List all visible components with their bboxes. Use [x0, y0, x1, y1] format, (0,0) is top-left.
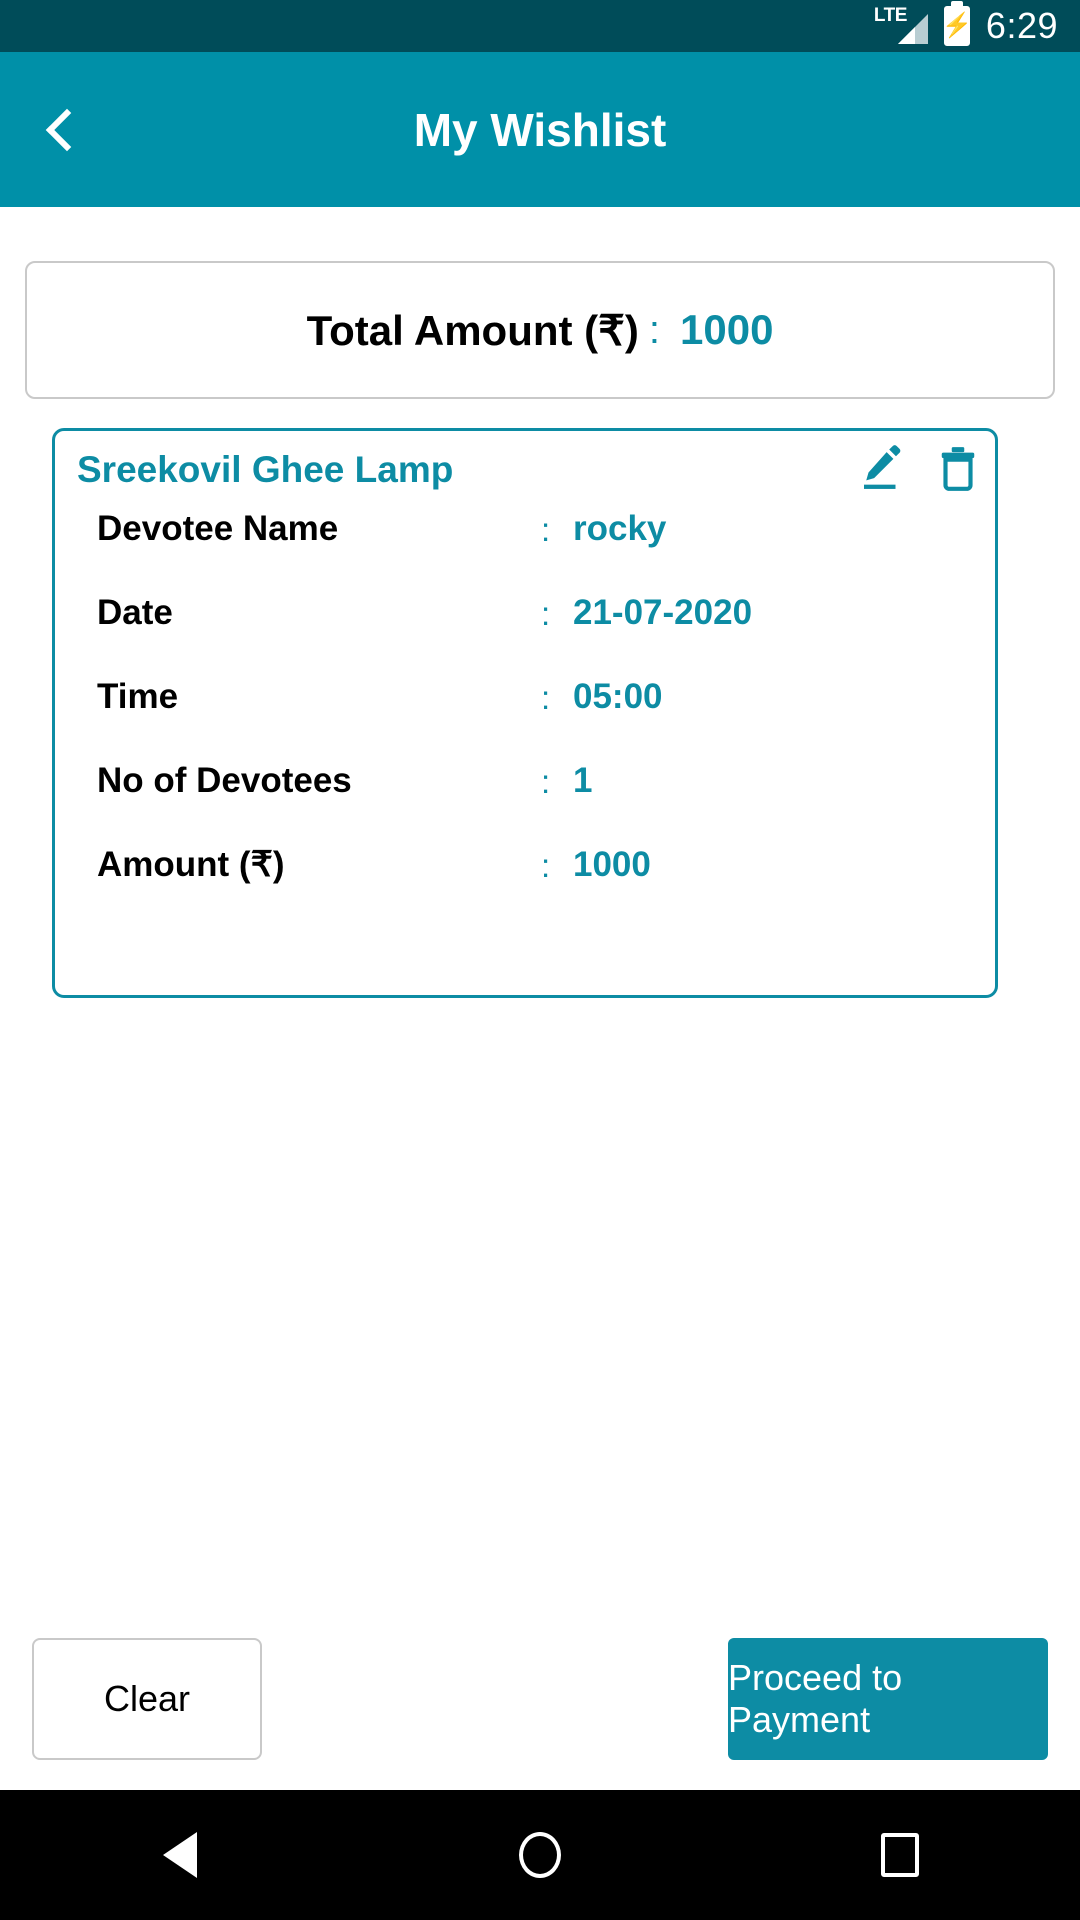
detail-label: Time	[97, 677, 179, 716]
detail-separator: :	[541, 595, 551, 632]
wishlist-item-card: Sreekovil Ghee Lamp Devotee Name: rocky…	[52, 428, 998, 998]
battery-charging-icon: ⚡	[941, 6, 972, 46]
charging-bolt-icon: ⚡	[941, 12, 972, 39]
wishlist-item-details: Devotee Name : rocky Date : 21-07-2020 T…	[55, 509, 1001, 929]
total-amount-card: Total Amount (₹) : 1000	[25, 261, 1055, 399]
detail-label: Date	[97, 593, 173, 632]
detail-row: Date : 21-07-2020	[55, 593, 1001, 677]
signal-triangle-filled	[897, 27, 915, 44]
total-amount-label: Total Amount (₹)	[306, 306, 639, 354]
detail-separator: :	[541, 847, 551, 884]
android-nav-bar	[0, 1790, 1080, 1920]
app-bar: My Wishlist	[0, 52, 1080, 207]
nav-home-circle-icon	[519, 1832, 561, 1878]
clear-button[interactable]: Clear	[32, 1638, 262, 1760]
total-amount-separator: :	[648, 307, 660, 352]
detail-value: 1000	[573, 845, 651, 884]
nav-home-button[interactable]	[480, 1790, 600, 1920]
nav-recents-square-icon	[881, 1833, 919, 1877]
pencil-edit-icon[interactable]	[855, 441, 909, 495]
detail-value: 21-07-2020	[573, 593, 753, 632]
signal-bars-icon: LTE	[874, 6, 928, 46]
detail-value: 1	[573, 761, 593, 800]
detail-row: Amount (₹) : 1000	[55, 845, 1001, 929]
detail-value: 05:00	[573, 677, 663, 716]
status-bar-clock: 6:29	[985, 5, 1058, 46]
detail-row: No of Devotees : 1	[55, 761, 1001, 845]
proceed-to-payment-button[interactable]: Proceed to Payment	[728, 1638, 1048, 1760]
detail-row: Time : 05:00	[55, 677, 1001, 761]
detail-separator: :	[541, 763, 551, 800]
detail-separator: :	[541, 511, 551, 548]
wishlist-item-header: Sreekovil Ghee Lamp	[55, 431, 1001, 507]
detail-label: Amount (₹)	[97, 845, 285, 884]
trash-delete-icon[interactable]	[933, 441, 983, 495]
detail-value: rocky	[573, 509, 667, 548]
wishlist-item-actions	[855, 441, 983, 495]
total-amount-value: 1000	[680, 306, 774, 353]
app-screen: LTE ⚡ 6:29 My Wishlist Total Amount (₹) …	[0, 0, 1080, 1920]
page-title: My Wishlist	[413, 103, 667, 156]
nav-recents-button[interactable]	[840, 1790, 960, 1920]
detail-row: Devotee Name : rocky	[55, 509, 1001, 593]
nav-back-button[interactable]	[120, 1790, 240, 1920]
detail-separator: :	[541, 679, 551, 716]
nav-back-triangle-icon	[163, 1832, 197, 1878]
detail-label: No of Devotees	[97, 761, 352, 800]
status-bar-icons: LTE ⚡ 6:29	[874, 5, 1058, 47]
wishlist-item-title: Sreekovil Ghee Lamp	[77, 449, 454, 490]
status-bar: LTE ⚡ 6:29	[0, 0, 1080, 52]
detail-label: Devotee Name	[97, 509, 339, 548]
